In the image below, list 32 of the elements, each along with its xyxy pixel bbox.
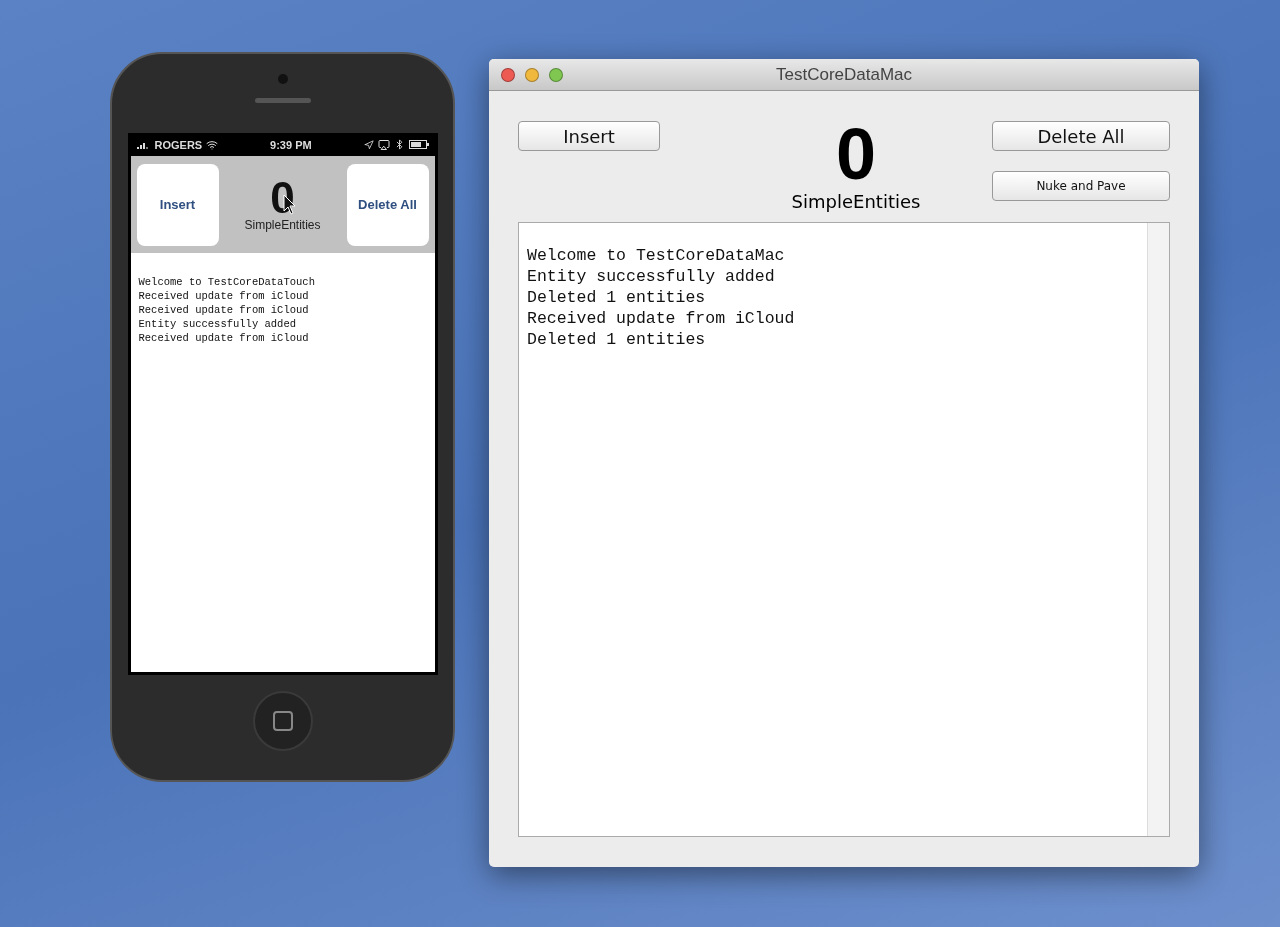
nuke-and-pave-button[interactable]: Nuke and Pave xyxy=(992,171,1170,201)
log-line: Entity successfully added xyxy=(138,317,298,331)
signal-icon xyxy=(136,140,151,149)
delete-all-button[interactable]: Delete All xyxy=(992,121,1170,151)
count-label: SimpleEntities xyxy=(244,217,321,232)
log-line: Received update from iCloud xyxy=(527,308,796,329)
log-line: Welcome to TestCoreDataTouch xyxy=(138,275,316,289)
wifi-icon xyxy=(206,138,219,151)
delete-all-button[interactable]: Delete All xyxy=(346,163,429,246)
window-title: TestCoreDataMac xyxy=(775,64,913,84)
airplay-icon xyxy=(377,138,390,151)
location-icon xyxy=(363,139,374,150)
log-line: Received update from iCloud xyxy=(138,331,310,345)
battery-icon xyxy=(408,140,429,149)
camera-icon xyxy=(277,74,288,84)
entity-count: 0 xyxy=(835,121,876,187)
speaker-icon xyxy=(254,98,311,103)
log-line: Entity successfully added xyxy=(527,266,776,287)
close-button[interactable] xyxy=(501,67,515,82)
carrier-label: ROGERS xyxy=(154,138,203,151)
log-line: Deleted 1 entities xyxy=(527,287,707,308)
insert-button[interactable]: Insert xyxy=(136,163,219,246)
log-line: Welcome to TestCoreDataMac xyxy=(527,245,786,266)
log-line: Deleted 1 entities xyxy=(527,329,707,350)
insert-button[interactable]: Insert xyxy=(518,121,660,151)
minimize-button[interactable] xyxy=(525,67,539,82)
log-text-area[interactable]: Welcome to TestCoreDataMac Entity successfully added Deleted 1 entities Received update from iCloud Deleted 1 entities xyxy=(518,222,1170,837)
log-line: Received update from iCloud xyxy=(138,303,310,317)
zoom-button[interactable] xyxy=(549,67,563,82)
status-time: 9:39 PM xyxy=(270,138,312,151)
log-line: Received update from iCloud xyxy=(138,289,310,303)
count-label: SimpleEntities xyxy=(791,191,921,212)
